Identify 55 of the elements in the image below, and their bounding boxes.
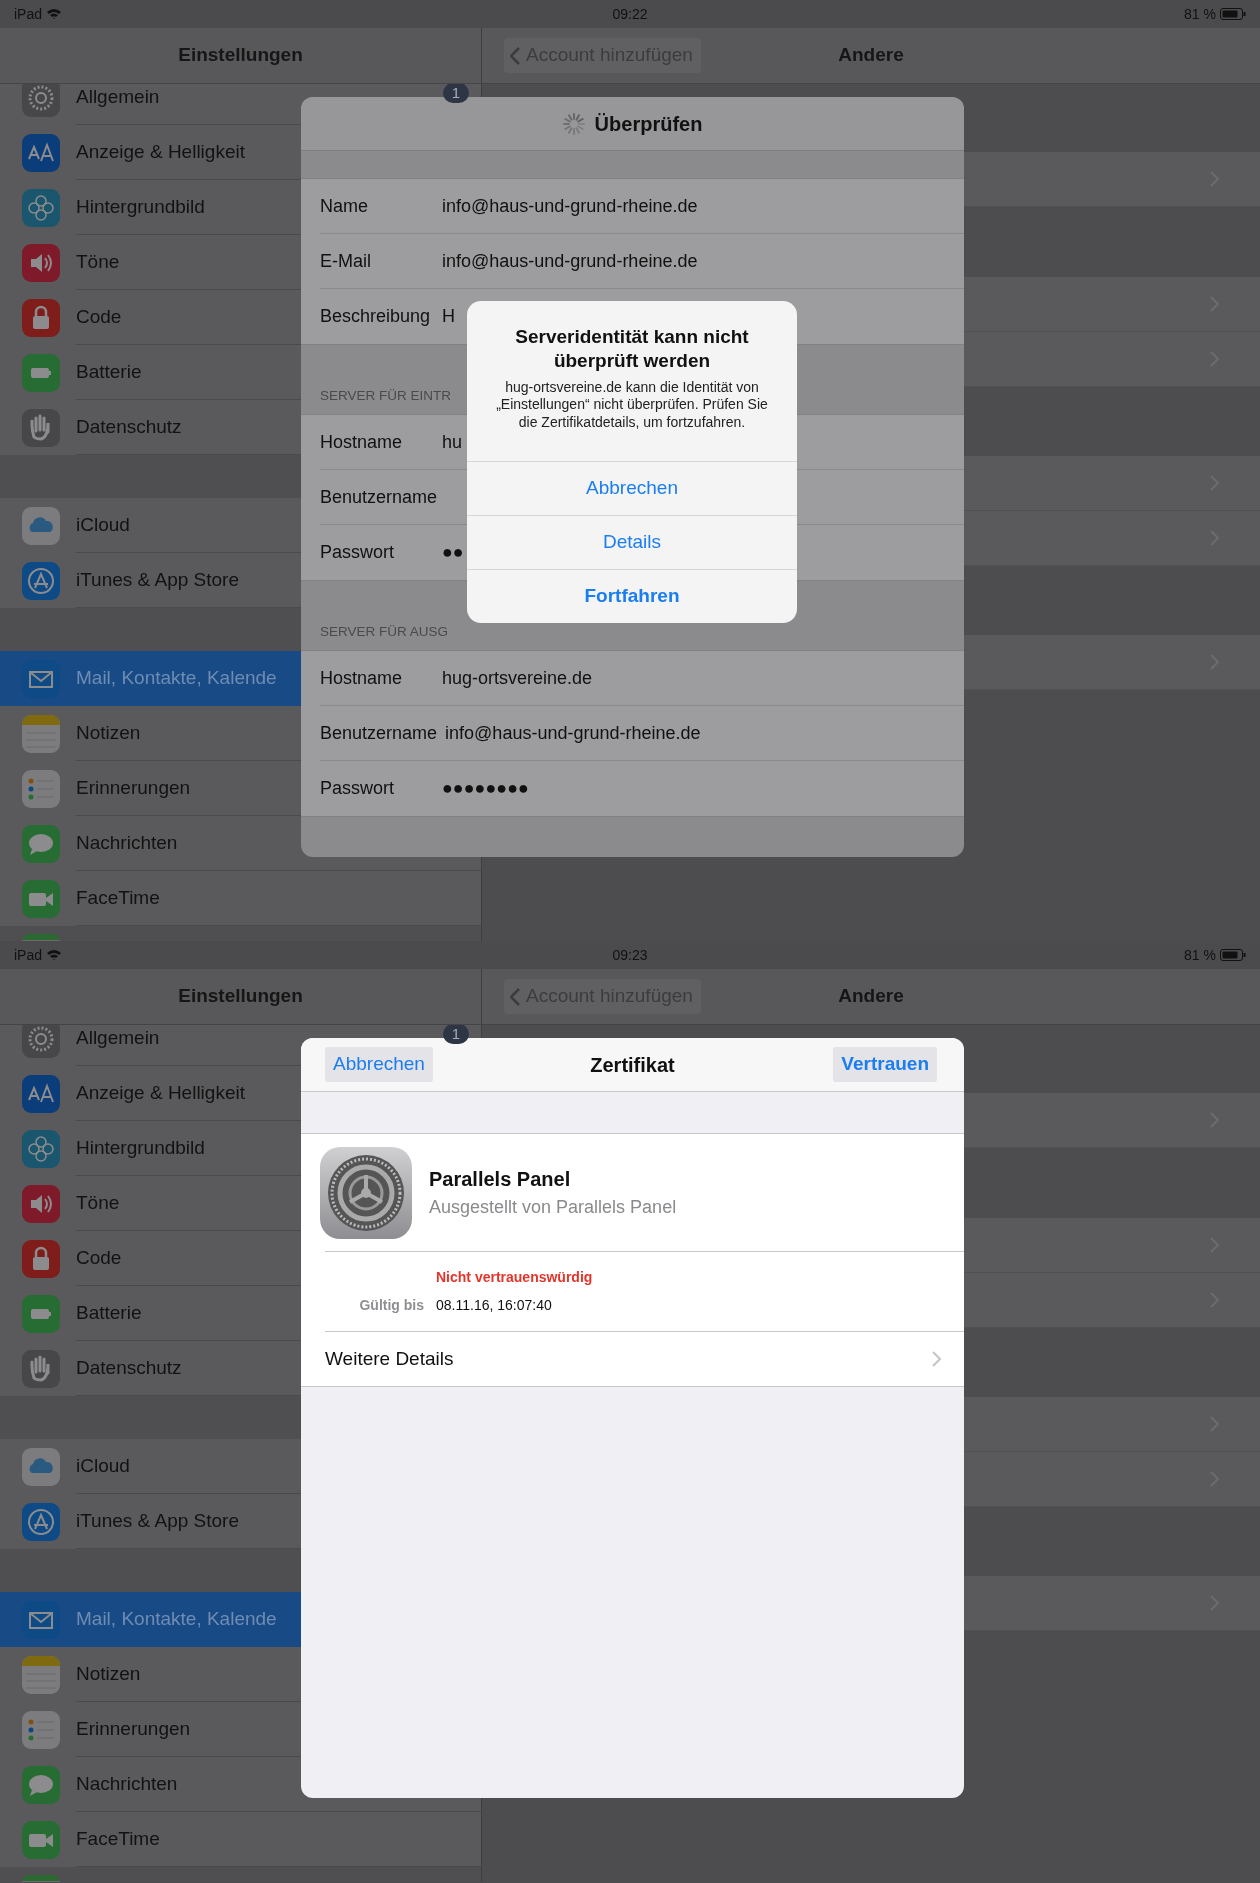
field-label: E-Mail [320, 249, 372, 273]
alert-button[interactable]: Details [467, 515, 797, 569]
field-value: info@haus-und-grund-rheine.de [442, 249, 698, 273]
trust-status: Nicht vertrauenswürdig [436, 1267, 593, 1287]
battery-icon [1220, 8, 1246, 20]
field-label: Hostname [320, 430, 404, 454]
sidebar-item[interactable]: FaceTime [0, 871, 481, 926]
notification-badge: 1 [442, 1025, 469, 1044]
alert-message: hug-ortsvereine.de kann die Identität von „Einstellungen“ nicht überprüfen. Prüfen Sie die Zertifikatdetails, um fortzufahren. [495, 378, 769, 431]
modal-title: Überprüfen [594, 111, 703, 137]
field-value: info@haus-und-grund-rheine.de [445, 721, 701, 745]
field-value: H [442, 305, 455, 328]
field-label: Benutzername [320, 485, 438, 509]
chevron-icon [932, 1351, 942, 1367]
section-header: SERVER FÜR EINTR [320, 386, 452, 405]
field-value: info@haus-und-grund-rheine.de [442, 194, 698, 218]
wifi-icon [46, 949, 63, 961]
alert-button[interactable]: Abbrechen [467, 461, 797, 515]
battery-percentage: 81 % [1184, 4, 1216, 24]
field-value: hu [442, 430, 463, 454]
sidebar-item[interactable]: FaceTime [0, 1812, 481, 1867]
spinner-icon [562, 112, 585, 135]
cancel-button[interactable]: Abbrechen [325, 1047, 433, 1082]
section-header: SERVER FÜR AUSG [320, 622, 449, 641]
carrier-label: iPad [14, 945, 43, 965]
battery-percentage: 81 % [1184, 945, 1216, 965]
clock-time: 09:23 [612, 945, 648, 965]
battery-icon [1220, 949, 1246, 961]
detail-label: Gültig bis [358, 1295, 425, 1315]
certificate-name: Parallels Panel [429, 1167, 572, 1192]
field-label: Passwort [320, 777, 396, 800]
field-label: Benutzername [320, 721, 438, 745]
field-label: Beschreibung [320, 305, 432, 328]
detail-value: 08.11.16, 16:07:40 [436, 1295, 552, 1315]
wifi-icon [46, 8, 63, 20]
field-label: Hostname [320, 666, 404, 690]
pane-title: Andere [838, 43, 904, 68]
carrier-label: iPad [14, 4, 43, 24]
notification-badge: 1 [442, 84, 469, 103]
field-value: ●● [442, 541, 464, 564]
clock-time: 09:22 [612, 4, 648, 24]
sidebar-title: Einstellungen [178, 43, 303, 68]
alert-button[interactable]: Fortfahren [467, 569, 797, 623]
field-label: Passwort [320, 541, 396, 564]
field-value: ●●●●●●●● [442, 777, 529, 800]
alert-title: Serveridentität kann nicht überprüft werden [514, 325, 750, 373]
certificate-issuer: Ausgestellt von Parallels Panel [429, 1196, 677, 1219]
back-chevron-icon [510, 987, 520, 1006]
sidebar-title: Einstellungen [178, 984, 303, 1009]
pane-title: Andere [838, 984, 904, 1009]
back-chevron-icon [510, 46, 520, 65]
field-label: Name [320, 194, 369, 218]
gear-icon [320, 1146, 412, 1239]
trust-button[interactable]: Vertrauen [833, 1047, 937, 1082]
modal-title: Zertifikat [590, 1052, 675, 1078]
